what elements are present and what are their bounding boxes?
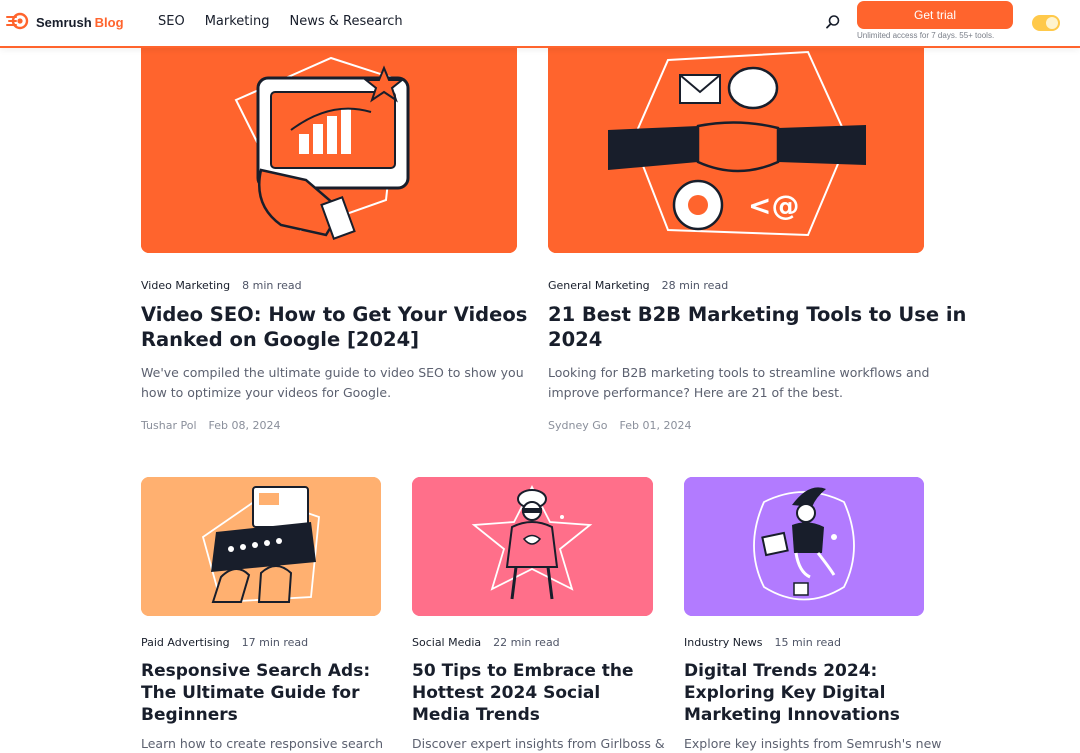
- svg-text:<@: <@: [748, 189, 799, 222]
- read-time: 17 min read: [241, 636, 309, 649]
- social-trends-illustration: [412, 477, 653, 616]
- get-trial-button[interactable]: Get trial: [857, 1, 1013, 29]
- publish-date: Feb 01, 2024: [619, 419, 692, 432]
- read-time: 15 min read: [774, 636, 841, 649]
- article-category[interactable]: Paid Advertising: [141, 636, 230, 649]
- article-thumbnail[interactable]: [141, 477, 381, 616]
- article-description: Looking for B2B marketing tools to strea…: [548, 365, 930, 400]
- article-category[interactable]: Industry News: [684, 636, 762, 649]
- article-description: Learn how to create responsive search: [141, 736, 383, 751]
- brand-blog: Blog: [94, 14, 124, 30]
- article-category[interactable]: Video Marketing: [141, 279, 230, 292]
- article-thumbnail[interactable]: [412, 477, 653, 616]
- article-description: We've compiled the ultimate guide to vid…: [141, 365, 524, 400]
- digital-trends-illustration: [684, 477, 924, 616]
- author-name[interactable]: Sydney Go: [548, 419, 607, 432]
- article-title[interactable]: 50 Tips to Embrace the Hottest 2024 Socia…: [412, 660, 634, 726]
- article-thumbnail[interactable]: <@: [548, 30, 924, 253]
- article-category[interactable]: Social Media: [412, 636, 481, 649]
- article-title[interactable]: Video SEO: How to Get Your Videos Ranked …: [141, 302, 527, 352]
- semrush-blog-logo[interactable]: Semrush Blog: [6, 11, 124, 31]
- article-title[interactable]: 21 Best B2B Marketing Tools to Use in 202…: [548, 302, 966, 352]
- b2b-handshake-illustration: <@: [548, 30, 924, 253]
- article-title[interactable]: Digital Trends 2024: Exploring Key Digita…: [684, 660, 900, 726]
- publish-date: Feb 08, 2024: [208, 419, 281, 432]
- search-icon[interactable]: [825, 14, 841, 30]
- article-thumbnail[interactable]: [141, 30, 517, 253]
- semrush-logo-icon: [6, 12, 29, 30]
- main-nav: SEO Marketing News & Research: [158, 14, 403, 29]
- trial-note: Unlimited access for 7 days. 55+ tools.: [857, 31, 995, 40]
- nav-marketing[interactable]: Marketing: [205, 14, 270, 29]
- article-title[interactable]: Responsive Search Ads: The Ultimate Guide…: [141, 660, 370, 726]
- read-time: 28 min read: [661, 279, 729, 292]
- site-header: Semrush Blog SEO Marketing News & Researc…: [0, 0, 1080, 48]
- article-description: Discover expert insights from Girlboss &: [412, 736, 665, 751]
- article-category[interactable]: General Marketing: [548, 279, 650, 292]
- brand-name: Semrush: [36, 14, 92, 30]
- article-description: Explore key insights from Semrush's new: [684, 736, 942, 751]
- video-seo-illustration: [141, 30, 517, 253]
- author-name[interactable]: Tushar Pol: [141, 419, 197, 432]
- theme-toggle[interactable]: [1032, 15, 1060, 31]
- nav-news-research[interactable]: News & Research: [290, 14, 403, 29]
- read-time: 8 min read: [242, 279, 302, 292]
- article-thumbnail[interactable]: [684, 477, 924, 616]
- typewriter-illustration: [141, 477, 381, 616]
- read-time: 22 min read: [493, 636, 560, 649]
- nav-seo[interactable]: SEO: [158, 14, 185, 29]
